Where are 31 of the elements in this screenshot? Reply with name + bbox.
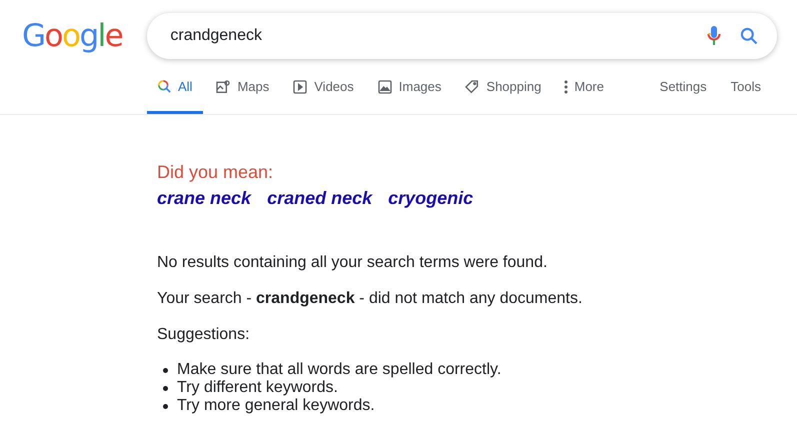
search-icon [157,79,172,94]
microphone-icon[interactable] [707,25,721,47]
tip-text: Try more general keywords. [177,397,375,415]
bullet-icon [163,368,168,372]
suggestion-link[interactable]: cryogenic [388,188,474,209]
tip-text: Try different keywords. [177,379,338,397]
tip-text: Make sure that all words are spelled correctly. [177,361,502,379]
search-icon[interactable] [739,26,759,46]
logo[interactable]: Google [22,20,122,52]
bullet-icon [163,386,168,390]
no-results-message: No results containing all your search terms were found. [157,254,548,272]
suggestions-heading: Suggestions: [157,326,251,344]
image-icon [376,78,393,94]
tab[interactable]: Shopping [454,59,552,114]
tool-link[interactable]: Settings [660,79,707,94]
tag-icon [464,78,480,94]
tab[interactable]: Images [366,59,452,114]
suggestion-link[interactable]: craned neck [267,188,372,209]
tab[interactable]: All [147,59,204,114]
play-icon [292,78,308,94]
did-you-mean-heading: Did you mean: [157,162,274,183]
tab[interactable]: Videos [282,59,365,114]
tool-link[interactable]: Tools [730,79,761,94]
map-icon [215,78,232,94]
more-icon [564,80,568,94]
tab[interactable]: More [554,59,615,114]
tab[interactable]: Maps [205,59,280,114]
search-field[interactable]: crandgeneck [168,26,689,46]
search-detail: Your search - crandgeneck - did not match any documents. [157,290,584,308]
suggestion-link[interactable]: crane neck [157,188,252,209]
bullet-icon [163,404,168,408]
